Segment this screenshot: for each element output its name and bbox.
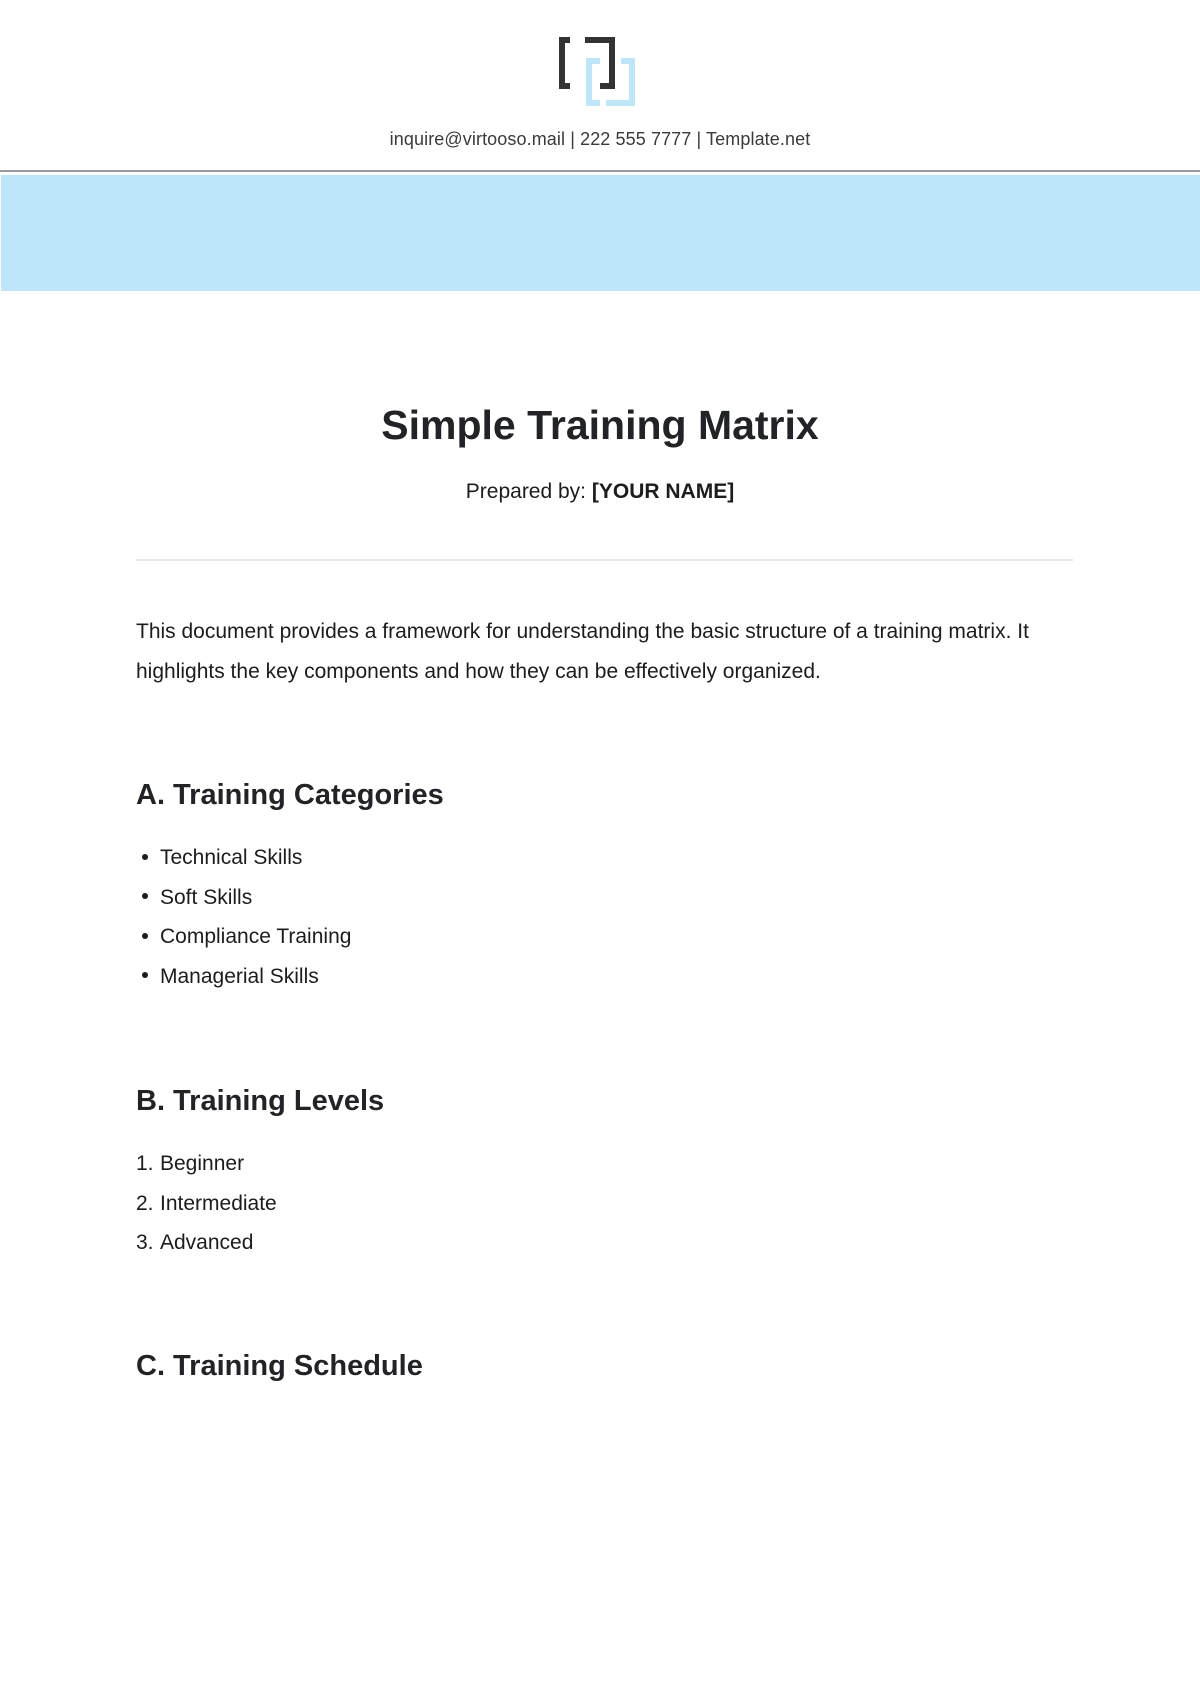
prepared-by-label: Prepared by:: [465, 480, 587, 503]
list-item: Technical Skills: [136, 838, 351, 878]
contact-line: inquire@virtooso.mail | 222 555 7777 | T…: [389, 129, 811, 149]
title-divider: [136, 559, 1073, 561]
training-categories-list: Technical Skills Soft Skills Compliance …: [136, 838, 351, 996]
list-item-text: Soft Skills: [160, 885, 253, 909]
list-number: 2.: [136, 1191, 154, 1215]
list-item-text: Intermediate: [160, 1191, 277, 1215]
training-levels-list: 1. Beginner 2. Intermediate 3. Advanced: [136, 1144, 277, 1263]
section-heading-training-schedule: C. Training Schedule: [136, 1350, 423, 1382]
list-item-text: Advanced: [160, 1231, 254, 1254]
header-rule: [0, 170, 1200, 172]
page-title: Simple Training Matrix: [381, 402, 819, 448]
intro-paragraph: This document provides a framework for u…: [136, 620, 1029, 683]
list-item: 3. Advanced: [136, 1223, 277, 1263]
bracket-logo-icon: [559, 37, 635, 106]
list-item-text: Compliance Training: [160, 925, 352, 948]
prepared-by: Prepared by: [YOUR NAME]: [0, 480, 1200, 504]
section-heading-training-categories: A. Training Categories: [136, 779, 444, 811]
prepared-by-name: [YOUR NAME]: [591, 480, 735, 503]
list-item-text: Beginner: [160, 1152, 245, 1175]
list-item: 2. Intermediate: [136, 1184, 277, 1224]
list-item-text: Managerial Skills: [160, 964, 319, 988]
list-item: Compliance Training: [136, 917, 351, 957]
list-item: Soft Skills: [136, 878, 351, 918]
list-item-text: Technical Skills: [160, 846, 303, 869]
bullet-icon: [142, 972, 148, 979]
list-number: 3.: [136, 1231, 154, 1254]
bullet-icon: [142, 932, 148, 939]
bullet-icon: [142, 853, 148, 860]
list-number: 1.: [136, 1152, 154, 1175]
header-banner: [1, 175, 1200, 291]
list-item: Managerial Skills: [136, 957, 351, 997]
bullet-icon: [142, 893, 148, 900]
list-item: 1. Beginner: [136, 1144, 277, 1184]
section-heading-training-levels: B. Training Levels: [136, 1085, 385, 1117]
